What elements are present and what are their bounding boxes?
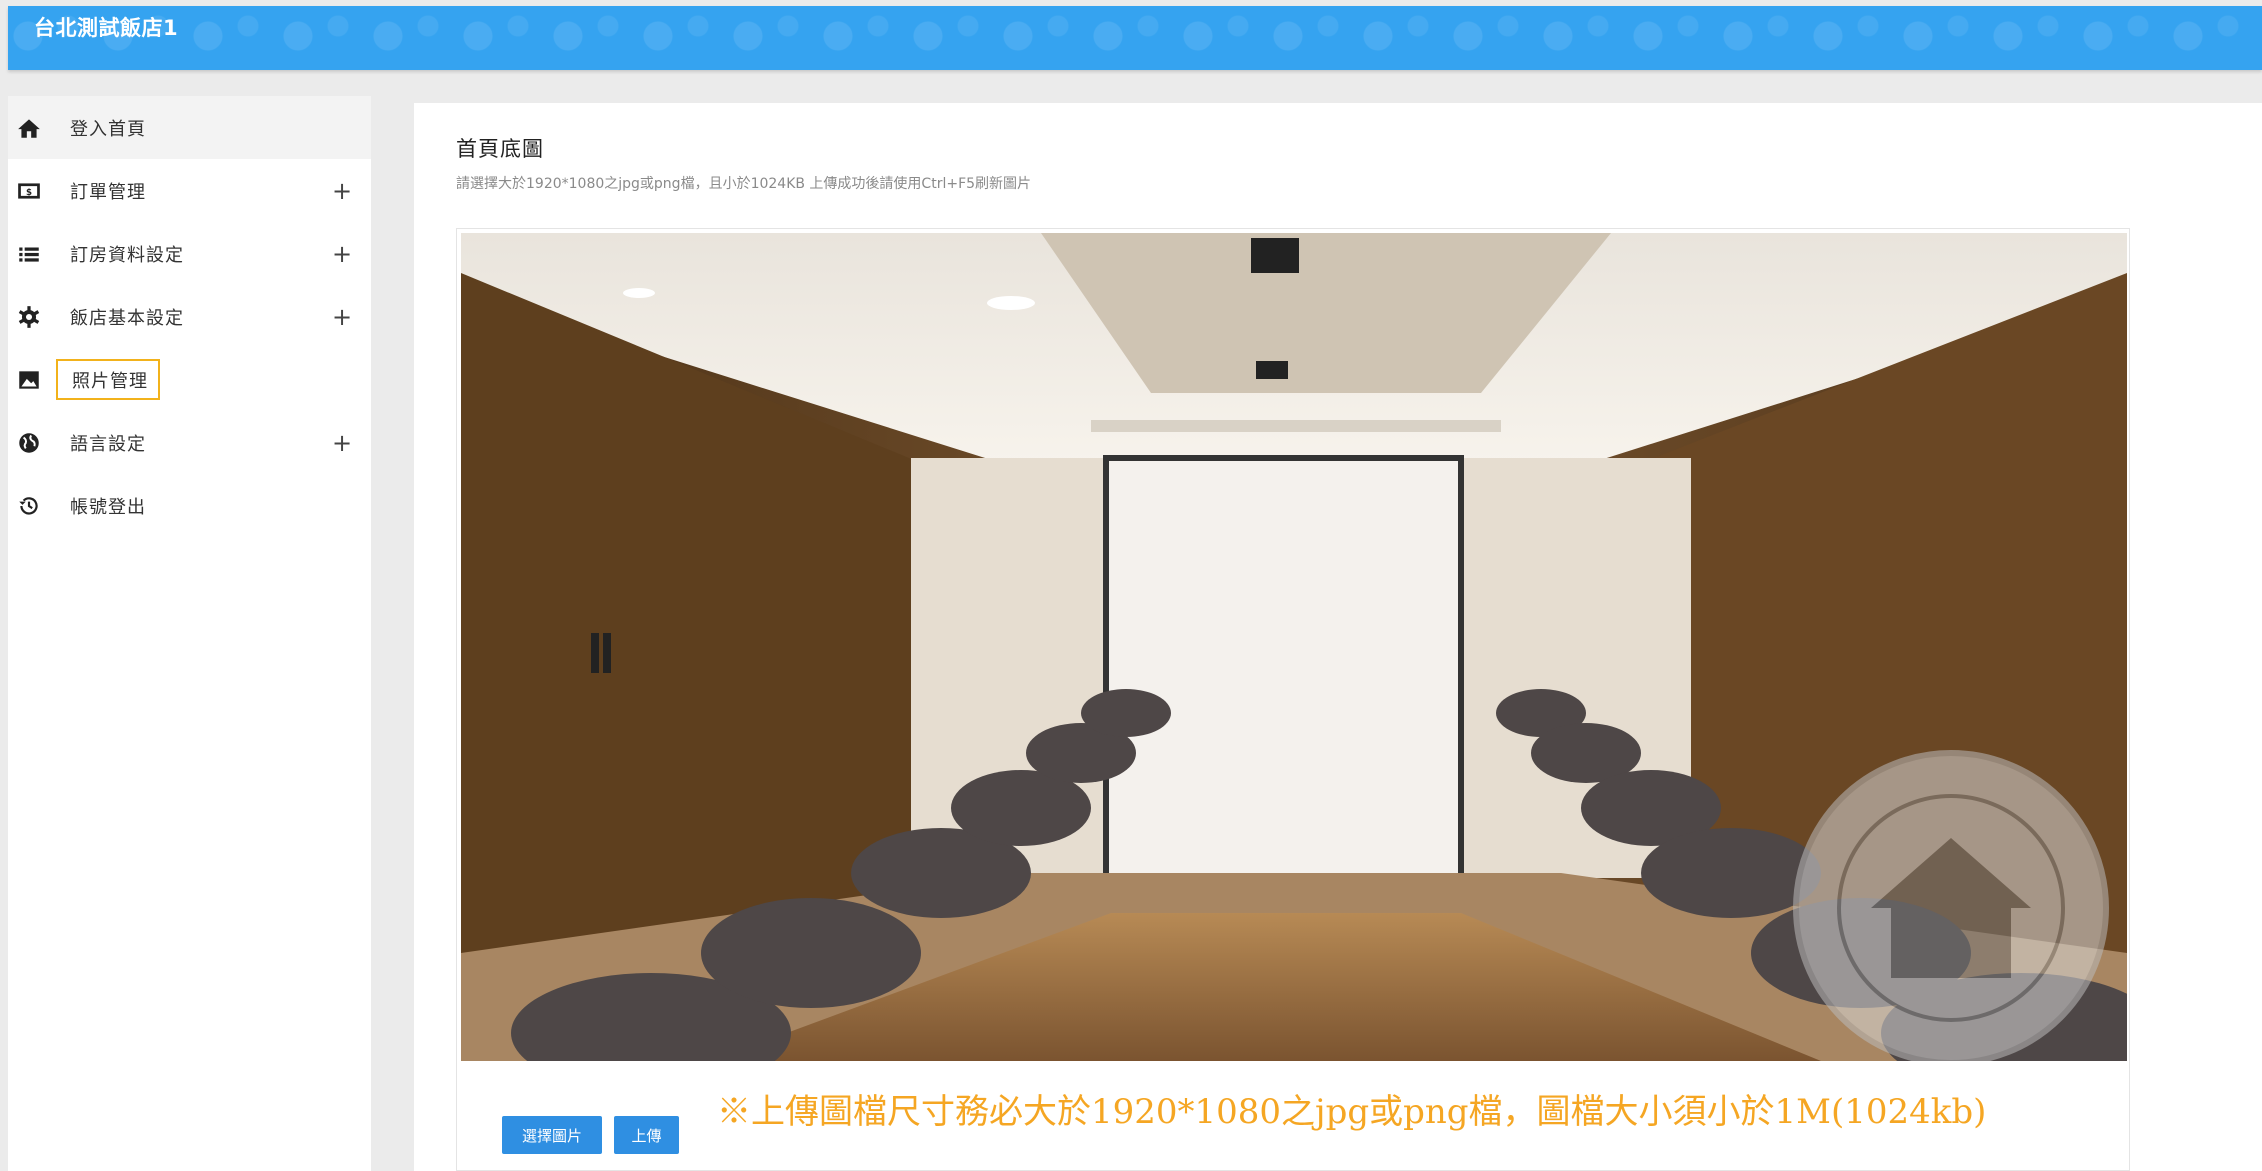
sidebar-item-label: 訂單管理 [70, 181, 146, 203]
upload-button[interactable]: 上傳 [614, 1116, 679, 1154]
sidebar-item-label: 帳號登出 [70, 496, 146, 518]
expand-plus-icon[interactable]: + [332, 305, 352, 329]
sidebar-item-label: 訂房資料設定 [70, 244, 184, 266]
expand-plus-icon[interactable]: + [332, 242, 352, 266]
money-icon: $ [16, 178, 42, 204]
main-content: 首頁底圖 請選擇大於1920*1080之jpg或png檔，且小於1024KB 上… [414, 103, 2262, 1171]
image-icon [16, 367, 42, 393]
sidebar-item-label: 飯店基本設定 [70, 307, 184, 329]
select-image-button[interactable]: 選擇圖片 [502, 1116, 602, 1154]
expand-plus-icon[interactable]: + [332, 431, 352, 455]
upload-hint: 請選擇大於1920*1080之jpg或png檔，且小於1024KB 上傳成功後請… [456, 176, 1032, 192]
sidebar-item-label: 語言設定 [70, 433, 146, 455]
sidebar-item-orders[interactable]: $ 訂單管理 + [8, 159, 371, 222]
svg-text:$: $ [26, 187, 32, 197]
history-icon [16, 493, 42, 519]
gear-icon [16, 304, 42, 330]
sidebar-item-photos[interactable]: 照片管理 [8, 348, 371, 411]
sidebar-item-language[interactable]: 語言設定 + [8, 411, 371, 474]
homepage-background-preview [461, 233, 2127, 1061]
upload-warning: ※上傳圖檔尺寸務必大於1920*1080之jpg或png檔，圖檔大小須小於1M(… [717, 1092, 1987, 1132]
image-preview-card: 選擇圖片 上傳 ※上傳圖檔尺寸務必大於1920*1080之jpg或png檔，圖檔… [456, 228, 2130, 1171]
globe-icon [16, 430, 42, 456]
sidebar-item-logout[interactable]: 帳號登出 [8, 474, 371, 537]
sidebar-item-room-settings[interactable]: 訂房資料設定 + [8, 222, 371, 285]
top-header-bar: 台北測試飯店1 [8, 6, 2262, 70]
sidebar-item-label: 照片管理 [56, 359, 160, 400]
list-icon [16, 241, 42, 267]
sidebar-item-label: 登入首頁 [70, 118, 146, 140]
home-icon [16, 115, 42, 141]
sidebar-item-hotel-settings[interactable]: 飯店基本設定 + [8, 285, 371, 348]
sidebar: 登入首頁 $ 訂單管理 + 訂房資料設定 + 飯店基本設定 + 照片管理 語言設… [8, 96, 371, 1171]
expand-plus-icon[interactable]: + [332, 179, 352, 203]
sidebar-item-home[interactable]: 登入首頁 [8, 96, 371, 159]
page-title: 首頁底圖 [456, 137, 544, 161]
hotel-name: 台北測試飯店1 [34, 16, 179, 40]
